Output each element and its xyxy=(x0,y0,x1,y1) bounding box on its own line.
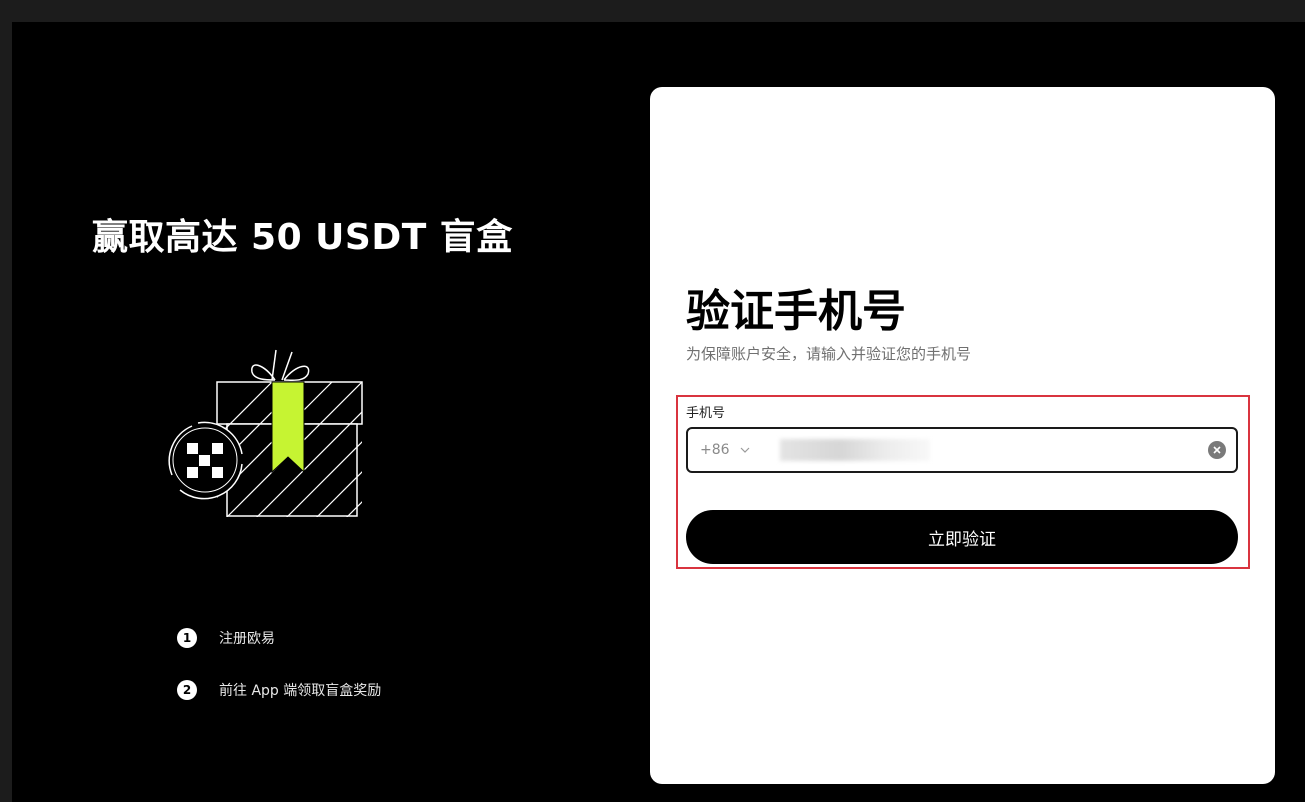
step-number: 1 xyxy=(177,628,197,648)
phone-number-input[interactable] xyxy=(780,439,930,461)
step-item: 1 注册欧易 xyxy=(177,624,381,652)
okx-logo-icon xyxy=(162,420,252,510)
step-item: 2 前往 App 端领取盲盒奖励 xyxy=(177,676,381,704)
close-icon xyxy=(1213,446,1221,454)
steps-list: 1 注册欧易 2 前往 App 端领取盲盒奖励 xyxy=(177,624,381,728)
page-title: 验证手机号 xyxy=(686,286,906,337)
page-viewport: 赢取高达 50 USDT 盲盒 1 注册欧易 2 前往 App 端领取盲盒奖励 … xyxy=(12,22,1305,802)
verify-button[interactable]: 立即验证 xyxy=(686,510,1238,564)
country-code-select[interactable]: +86 xyxy=(700,442,770,458)
phone-field[interactable]: +86 xyxy=(686,427,1238,473)
promo-title: 赢取高达 50 USDT 盲盒 xyxy=(92,217,513,258)
page-subtitle: 为保障账户安全，请输入并验证您的手机号 xyxy=(686,345,972,363)
step-number: 2 xyxy=(177,680,197,700)
phone-field-label: 手机号 xyxy=(686,406,726,421)
step-label: 前往 App 端领取盲盒奖励 xyxy=(219,683,382,699)
chevron-down-icon xyxy=(740,447,749,453)
step-label: 注册欧易 xyxy=(219,631,275,647)
verify-card: 验证手机号 为保障账户安全，请输入并验证您的手机号 手机号 +86 立即验证 xyxy=(650,87,1275,784)
country-code-value: +86 xyxy=(700,442,730,458)
clear-input-button[interactable] xyxy=(1208,441,1226,459)
